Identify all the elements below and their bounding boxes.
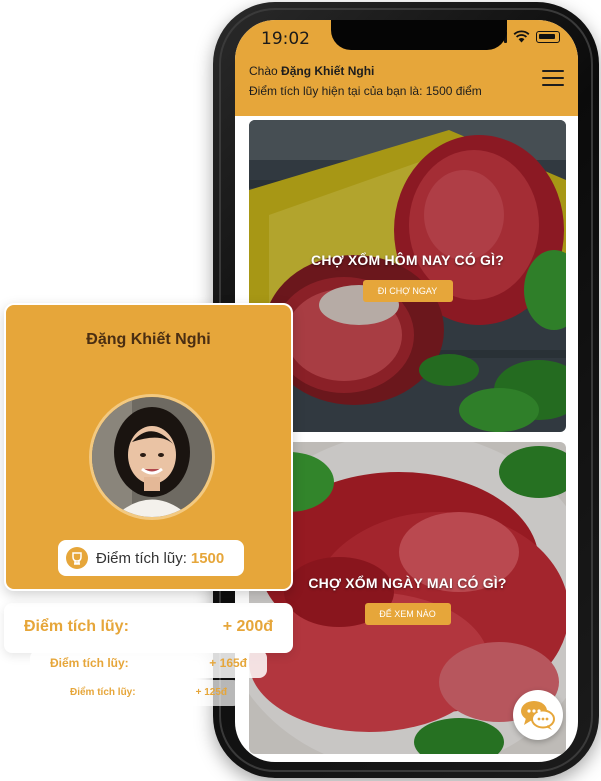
go-market-now-button[interactable]: ĐI CHỢ NGAY	[362, 280, 453, 302]
reward-cup-icon	[66, 547, 88, 569]
raw-beef-image	[249, 120, 566, 432]
tomorrow-market-title: CHỢ XỔM NGÀY MAI CÓ GÌ?	[308, 575, 507, 591]
today-market-title: CHỢ XỔM HÔM NAY CÓ GÌ?	[311, 252, 504, 268]
point-history-item: Điểm tích lũy: + 200đ	[4, 603, 293, 653]
today-market-card[interactable]: CHỢ XỔM HÔM NAY CÓ GÌ? ĐI CHỢ NGAY	[249, 120, 566, 432]
app-header: Chào Đặng Khiết Nghi Điểm tích lũy hiện …	[235, 52, 578, 116]
hamburger-menu-icon[interactable]	[542, 70, 564, 86]
profile-name: Đặng Khiết Nghi	[86, 331, 211, 348]
point-history-item: Điểm tích lũy: + 165đ	[30, 650, 267, 678]
avatar	[89, 394, 215, 520]
points-value: 1500	[190, 549, 225, 567]
point-history-label: Điểm tích lũy:	[70, 687, 136, 698]
profile-card: Đặng Khiết Nghi Điểm tích lũy: 1500	[4, 303, 293, 591]
greeting: Chào Đặng Khiết Nghi	[249, 64, 374, 78]
points-label: Điểm tích lũy:	[96, 549, 187, 567]
status-time: 19:02	[261, 29, 310, 49]
phone-notch	[331, 20, 507, 50]
point-history-label: Điểm tích lũy:	[24, 618, 129, 635]
point-history-value: + 125đ	[195, 687, 227, 698]
wifi-icon	[513, 30, 530, 43]
battery-icon	[536, 31, 560, 43]
point-history-value: + 200đ	[222, 618, 273, 635]
point-history-item: Điểm tích lũy: + 125đ	[56, 680, 241, 706]
point-history-label: Điểm tích lũy:	[50, 656, 129, 670]
greeting-user-name: Đặng Khiết Nghi	[281, 64, 375, 78]
let-me-see-button[interactable]: ĐỂ XEM NÀO	[364, 603, 451, 625]
point-history-value: + 165đ	[209, 656, 247, 670]
current-points-text: Điểm tích lũy hiện tại của bạn là: 1500 …	[249, 84, 482, 98]
points-pill: Điểm tích lũy: 1500	[58, 540, 244, 576]
greeting-prefix: Chào	[249, 64, 282, 78]
chat-bubbles-icon[interactable]	[513, 690, 563, 740]
